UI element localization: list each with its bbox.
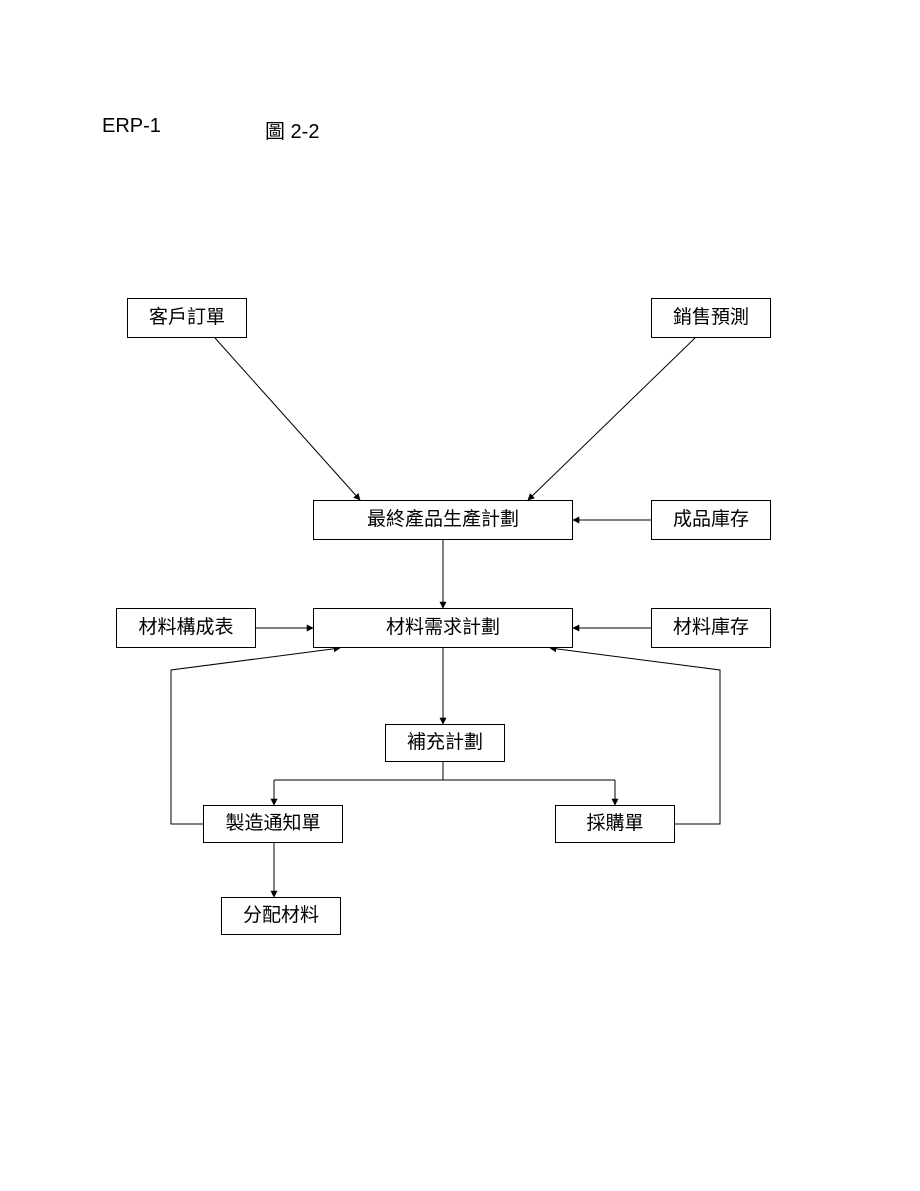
box-fg_inventory: 成品庫存: [651, 500, 771, 540]
box-mat_inventory: 材料庫存: [651, 608, 771, 648]
diagram-page: ERP-1 圖 2-2: [0, 0, 920, 1191]
box-po: 採購單: [555, 805, 675, 843]
box-label: 成品庫存: [673, 510, 749, 531]
box-label: 採購單: [586, 814, 643, 835]
box-label: 分配材料: [243, 906, 319, 927]
box-mo: 製造通知單: [203, 805, 343, 843]
box-bom: 材料構成表: [116, 608, 256, 648]
box-label: 材料構成表: [138, 618, 233, 639]
box-final_plan: 最終產品生產計劃: [313, 500, 573, 540]
box-label: 最終產品生產計劃: [367, 510, 519, 531]
header-left: ERP-1: [102, 115, 161, 138]
box-label: 材料庫存: [673, 618, 749, 639]
box-label: 材料需求計劃: [386, 618, 500, 639]
box-sales_forecast: 銷售預測: [651, 298, 771, 338]
box-mrp: 材料需求計劃: [313, 608, 573, 648]
box-label: 銷售預測: [673, 308, 749, 329]
box-label: 客戶訂單: [149, 308, 225, 329]
box-replenish: 補充計劃: [385, 724, 505, 762]
box-label: 補充計劃: [407, 733, 483, 754]
arrows-layer: [0, 0, 920, 1191]
box-alloc: 分配材料: [221, 897, 341, 935]
header-right: 圖 2-2: [265, 115, 319, 144]
box-label: 製造通知單: [225, 814, 320, 835]
box-customer_order: 客戶訂單: [127, 298, 247, 338]
